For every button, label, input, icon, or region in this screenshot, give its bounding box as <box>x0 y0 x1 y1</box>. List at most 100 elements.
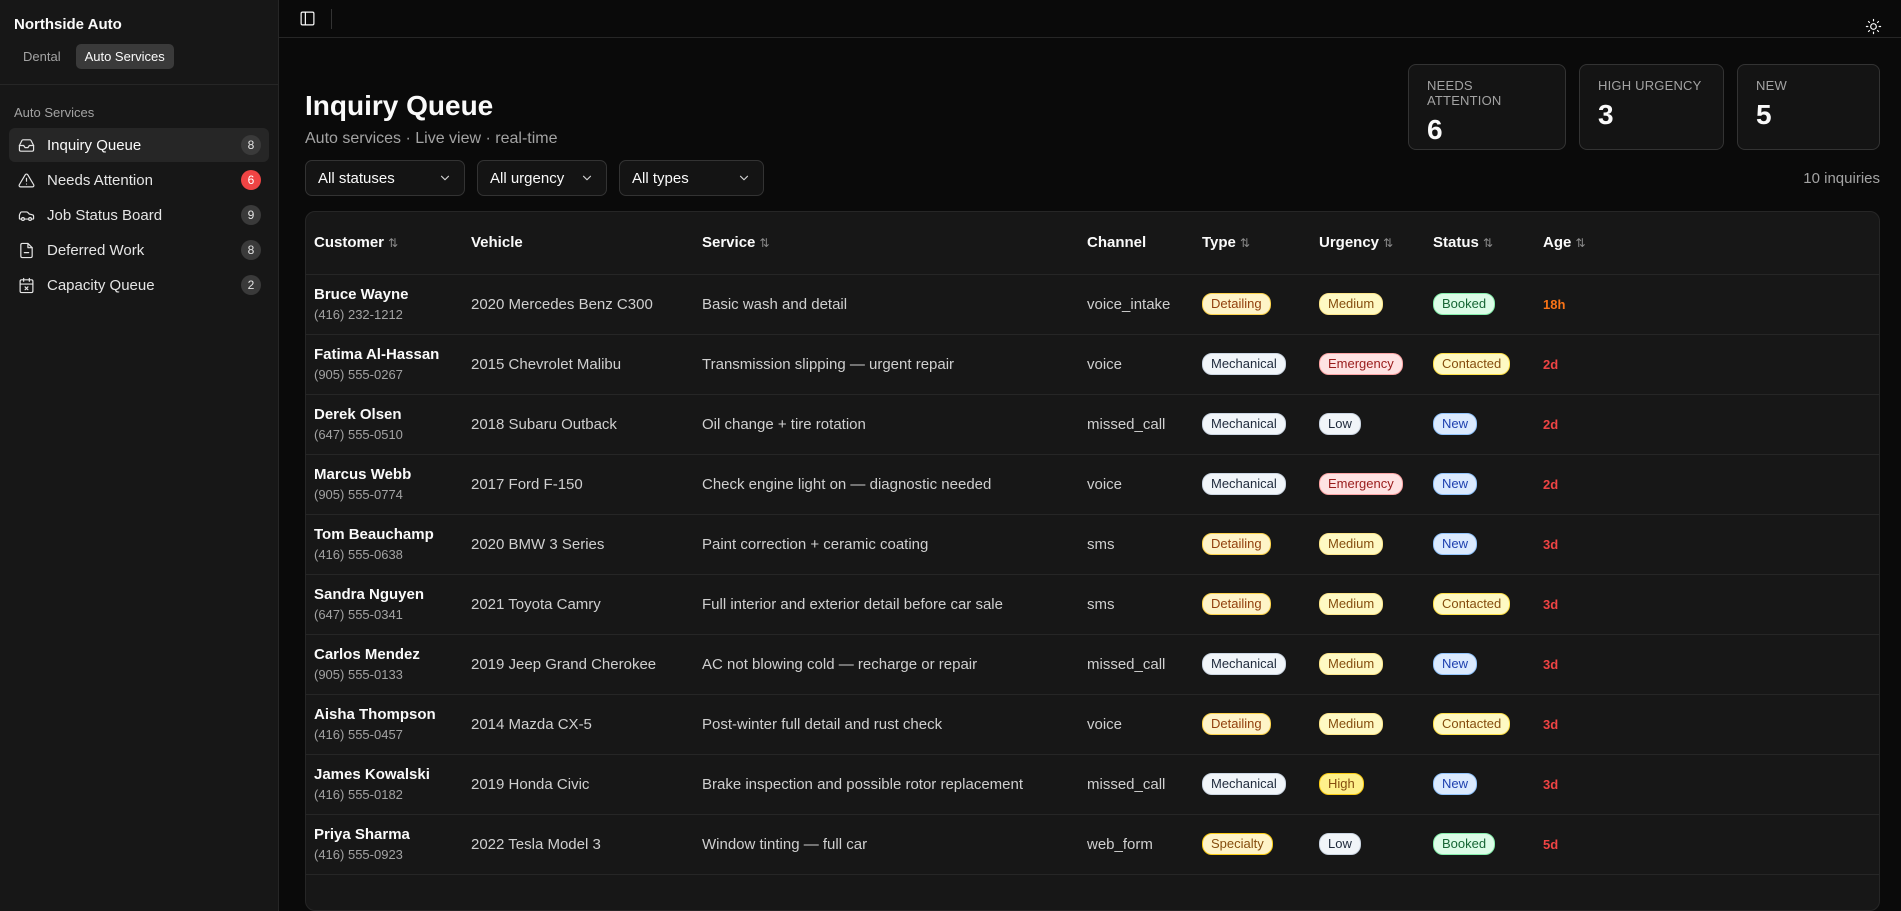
table-row[interactable]: Carlos Mendez (905) 555-0133 2019 Jeep Gra… <box>306 634 1879 695</box>
sort-icon[interactable]: ⇅ <box>1383 236 1393 250</box>
table-row[interactable]: James Kowalski (416) 555-0182 2019 Honda C… <box>306 754 1879 815</box>
status-filter-select[interactable]: All statuses <box>305 160 465 196</box>
table-row[interactable]: Priya Sharma (416) 555-0923 2022 Tesla Mod… <box>306 814 1879 875</box>
table-row[interactable]: Marcus Webb (905) 555-0774 2017 Ford F-150… <box>306 454 1879 515</box>
customer-phone: (416) 555-0182 <box>314 787 403 802</box>
customer-cell: Tom Beauchamp (416) 555-0638 <box>306 514 463 575</box>
urgency-cell: Medium <box>1311 514 1425 575</box>
sort-icon[interactable]: ⇅ <box>1575 236 1585 250</box>
age-cell: 3d <box>1535 694 1879 755</box>
age-value: 2d <box>1543 356 1559 372</box>
customer-name: Marcus Webb <box>314 466 412 483</box>
count-badge: 8 <box>241 135 261 155</box>
sidebar-item-capacity-queue[interactable]: Capacity Queue 2 <box>9 268 269 302</box>
channel-cell: missed_call <box>1079 394 1194 455</box>
column-header-channel: Channel <box>1079 212 1194 275</box>
customer-name: Derek Olsen <box>314 406 402 423</box>
customer-phone: (416) 555-0457 <box>314 727 403 742</box>
sidebar-item-deferred-work[interactable]: Deferred Work 8 <box>9 233 269 267</box>
sort-icon[interactable]: ⇅ <box>759 236 769 250</box>
service-cell: Basic wash and detail <box>694 274 1079 335</box>
service-cell: Brake inspection and possible rotor repl… <box>694 754 1079 815</box>
select-value: All urgency <box>490 169 565 187</box>
vertical-tab-dental[interactable]: Dental <box>14 44 70 69</box>
customer-name: Carlos Mendez <box>314 646 420 663</box>
title-block: Inquiry Queue Auto services · Live view … <box>305 64 558 150</box>
customer-cell: Carlos Mendez (905) 555-0133 <box>306 634 463 695</box>
count-badge: 9 <box>241 205 261 225</box>
table-row[interactable]: Derek Olsen (647) 555-0510 2018 Subaru Out… <box>306 394 1879 455</box>
column-header-status[interactable]: Status ⇅ <box>1425 212 1535 275</box>
type-cell: Mechanical <box>1194 394 1311 455</box>
type-filter-select[interactable]: All types <box>619 160 764 196</box>
column-header-label: Age <box>1543 234 1572 252</box>
sort-icon[interactable]: ⇅ <box>388 236 398 250</box>
app-root: Northside Auto Dental Auto Services Auto… <box>0 0 1901 911</box>
customer-cell: James Kowalski (416) 555-0182 <box>306 754 463 815</box>
service-cell: Window tinting — full car <box>694 814 1079 875</box>
status-badge: Booked <box>1433 293 1496 315</box>
urgency-cell: Medium <box>1311 574 1425 635</box>
type-badge: Mechanical <box>1202 653 1286 675</box>
status-cell: New <box>1425 454 1535 515</box>
sort-icon[interactable]: ⇅ <box>1483 236 1493 250</box>
vertical-tab-auto-services[interactable]: Auto Services <box>75 44 174 69</box>
service-cell: AC not blowing cold — recharge or repair <box>694 634 1079 695</box>
table-row[interactable]: Fatima Al-Hassan (905) 555-0267 2015 Chevr… <box>306 334 1879 395</box>
sidebar-item-label: Inquiry Queue <box>47 136 142 154</box>
customer-name: Bruce Wayne <box>314 286 409 303</box>
urgency-badge: Medium <box>1319 713 1384 735</box>
type-badge: Mechanical <box>1202 413 1286 435</box>
count-badge: 2 <box>241 275 261 295</box>
stat-value: 6 <box>1427 114 1443 145</box>
theme-toggle-button[interactable] <box>1861 14 1885 38</box>
urgency-cell: High <box>1311 754 1425 815</box>
sidebar-item-label: Needs Attention <box>47 171 153 189</box>
column-header-urgency[interactable]: Urgency ⇅ <box>1311 212 1425 275</box>
table-body: Bruce Wayne (416) 232-1212 2020 Mercedes B… <box>306 274 1879 875</box>
status-cell: Contacted <box>1425 694 1535 755</box>
urgency-cell: Low <box>1311 394 1425 455</box>
customer-phone: (416) 232-1212 <box>314 307 403 322</box>
channel-cell: web_form <box>1079 814 1194 875</box>
column-header-type[interactable]: Type ⇅ <box>1194 212 1311 275</box>
table-row[interactable]: Aisha Thompson (416) 555-0457 2014 Mazda C… <box>306 694 1879 755</box>
customer-phone: (905) 555-0267 <box>314 367 403 382</box>
stat-label: New <box>1756 78 1787 93</box>
sidebar-item-inquiry-queue[interactable]: Inquiry Queue 8 <box>9 128 269 162</box>
type-badge: Detailing <box>1202 593 1271 615</box>
table-header: Customer ⇅ Vehicle Service ⇅ Channel Type ⇅ Urge… <box>306 212 1879 275</box>
topbar <box>279 0 1901 38</box>
urgency-filter-select[interactable]: All urgency <box>477 160 607 196</box>
nav-group-label: Auto Services <box>14 105 95 120</box>
status-cell: Contacted <box>1425 574 1535 635</box>
channel-cell: missed_call <box>1079 634 1194 695</box>
column-header-label: Channel <box>1087 234 1147 252</box>
sort-icon[interactable]: ⇅ <box>1240 236 1250 250</box>
sidebar-toggle-button[interactable] <box>295 7 319 31</box>
customer-name: Tom Beauchamp <box>314 526 434 543</box>
status-badge: Booked <box>1433 833 1496 855</box>
table-row[interactable]: Tom Beauchamp (416) 555-0638 2020 BMW 3 Se… <box>306 514 1879 575</box>
sidebar-item-needs-attention[interactable]: Needs Attention 6 <box>9 163 269 197</box>
stat-card-needs-attention: Needs Attention 6 <box>1408 64 1566 150</box>
vehicle-cell: 2020 Mercedes Benz C300 <box>463 274 694 335</box>
customer-phone: (905) 555-0133 <box>314 667 403 682</box>
sidebar-toggle-icon <box>300 11 314 26</box>
column-header-age[interactable]: Age ⇅ <box>1535 212 1879 275</box>
table-row[interactable]: Sandra Nguyen (647) 555-0341 2021 Toyota C… <box>306 574 1879 635</box>
column-header-customer[interactable]: Customer ⇅ <box>306 212 463 275</box>
table-row[interactable]: Bruce Wayne (416) 232-1212 2020 Mercedes B… <box>306 274 1879 335</box>
urgency-cell: Emergency <box>1311 454 1425 515</box>
inbox-icon <box>17 136 35 154</box>
customer-phone: (416) 555-0638 <box>314 547 403 562</box>
page-subtitle: Auto services · Live view · real-time <box>305 130 558 147</box>
type-cell: Detailing <box>1194 574 1311 635</box>
sidebar-item-job-status-board[interactable]: Job Status Board 9 <box>9 198 269 232</box>
status-badge: New <box>1433 653 1478 675</box>
column-header-service[interactable]: Service ⇅ <box>694 212 1079 275</box>
inquiry-table-container: Customer ⇅ Vehicle Service ⇅ Channel Type ⇅ Urge… <box>305 211 1880 911</box>
type-cell: Detailing <box>1194 514 1311 575</box>
type-badge: Detailing <box>1202 293 1271 315</box>
status-cell: New <box>1425 514 1535 575</box>
